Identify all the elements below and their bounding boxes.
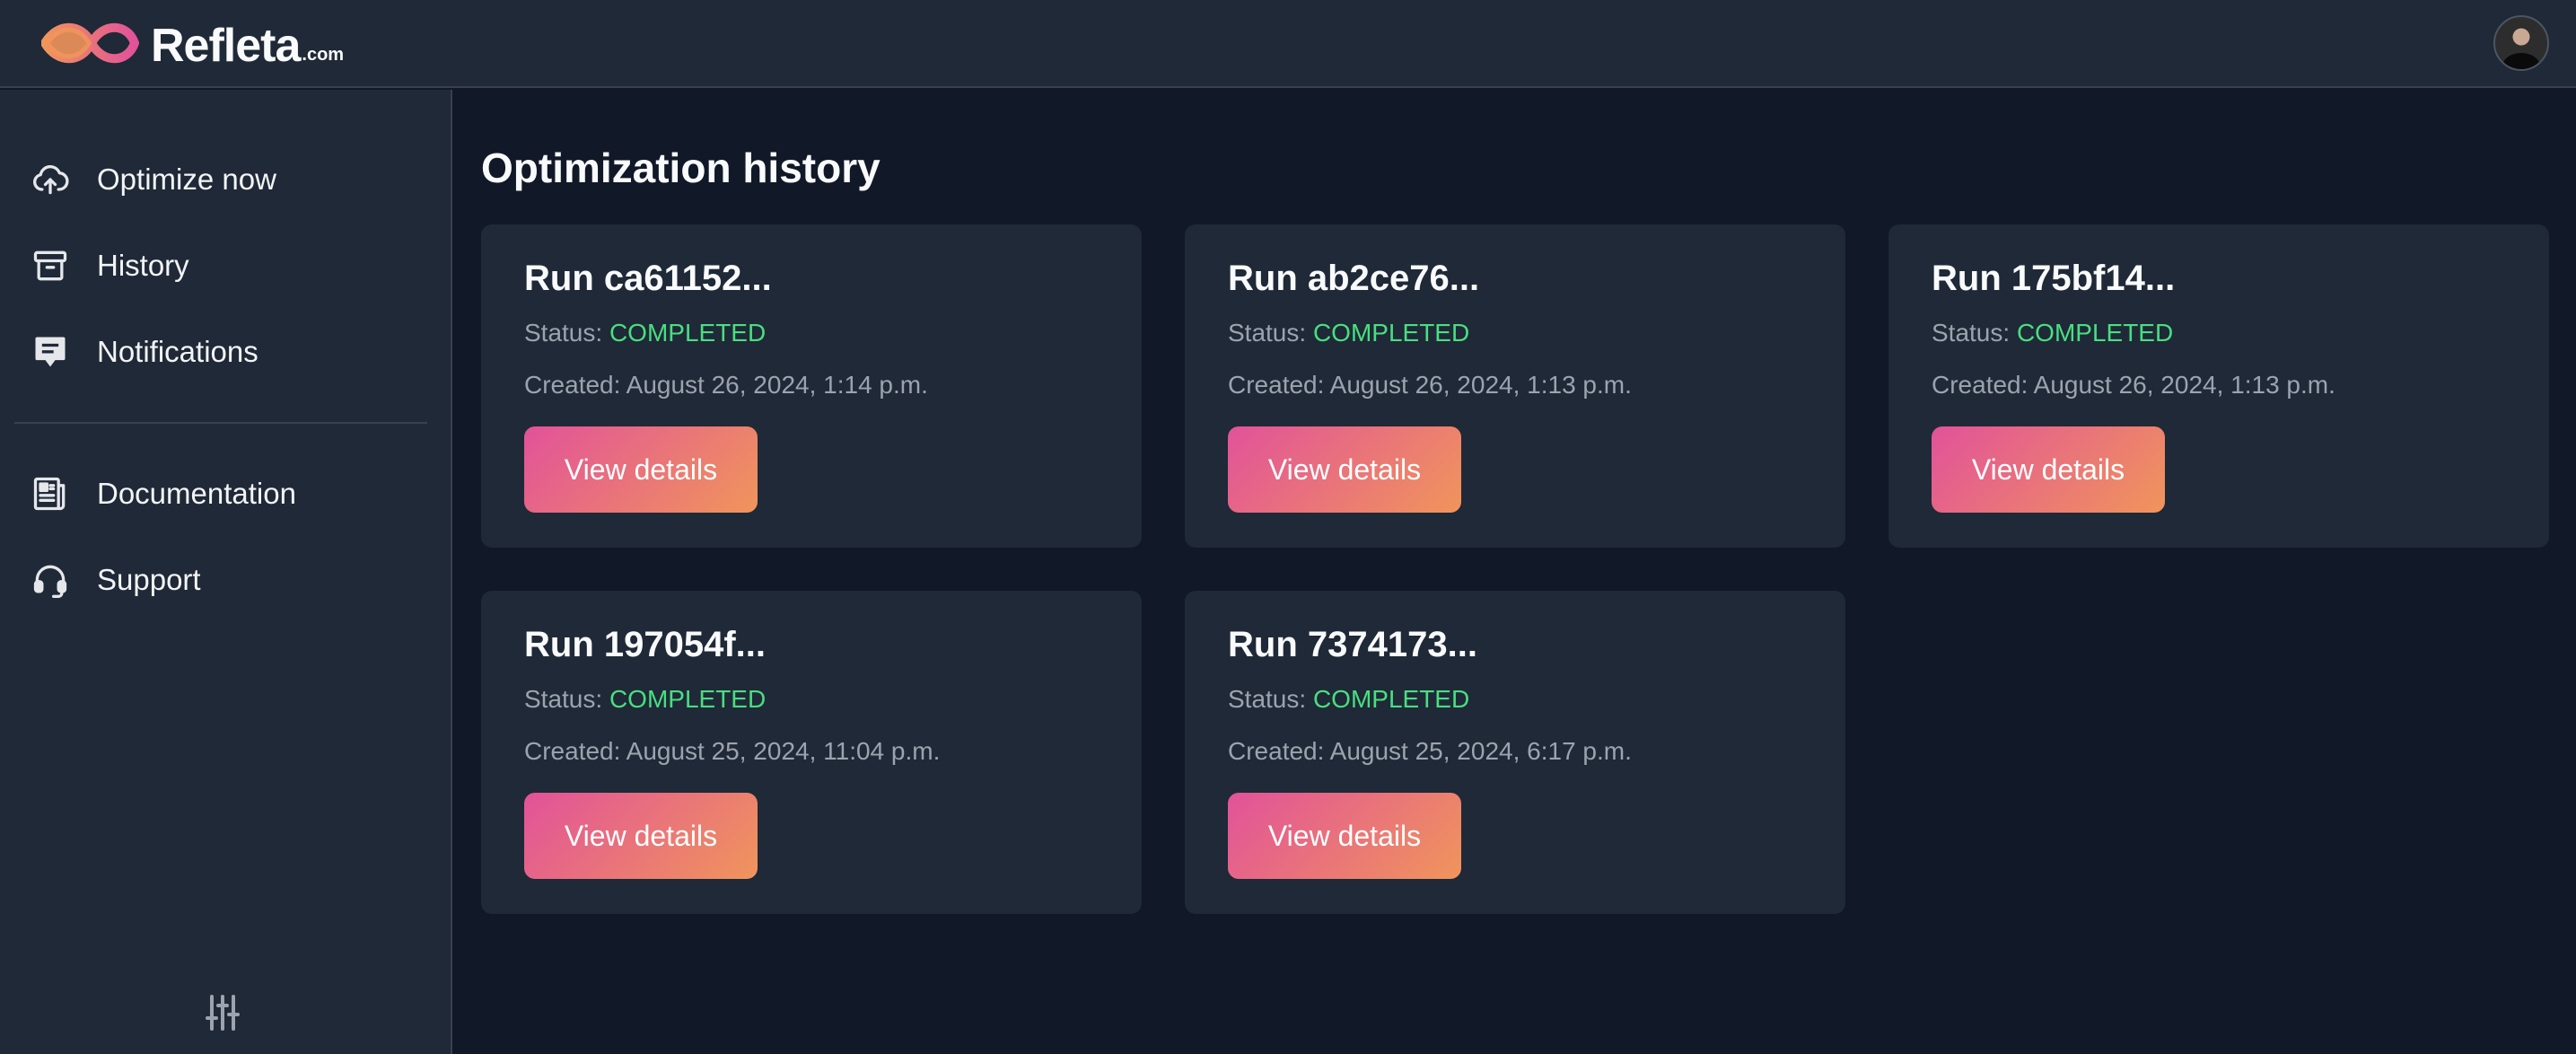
sidebar-primary-nav: Optimize now History Notifications [0, 90, 451, 395]
status-badge: COMPLETED [2016, 319, 2174, 347]
run-title: Run 175bf14... [1932, 259, 2176, 298]
created-timestamp: August 25, 2024, 6:17 p.m. [1329, 737, 1632, 765]
sliders-icon [206, 995, 240, 1031]
sidebar-item-support[interactable]: Support [0, 537, 451, 623]
sidebar-secondary-nav: Documentation Support [0, 424, 451, 623]
run-status: Status: COMPLETED [1228, 319, 1802, 347]
status-label: Status: [524, 685, 603, 713]
infinity-logo-icon [41, 22, 139, 64]
run-card: Run ca61152... Status: COMPLETED Created… [481, 224, 1142, 548]
run-status: Status: COMPLETED [524, 319, 1099, 347]
view-details-button[interactable]: View details [1932, 426, 2165, 513]
sidebar-item-optimize-now[interactable]: Optimize now [0, 136, 451, 223]
brand-logo-link[interactable]: Refleta .com [41, 17, 344, 69]
created-label: Created: [524, 737, 621, 765]
sidebar: Optimize now History Notifications Docum… [0, 90, 452, 1054]
run-created: Created: August 25, 2024, 11:04 p.m. [524, 737, 1099, 766]
cloud-upload-icon [33, 164, 69, 195]
sidebar-item-label: History [97, 249, 189, 282]
run-card: Run 197054f... Status: COMPLETED Created… [481, 591, 1142, 914]
sidebar-item-label: Documentation [97, 477, 296, 510]
created-label: Created: [524, 371, 621, 399]
run-status: Status: COMPLETED [1228, 685, 1802, 714]
sidebar-item-history[interactable]: History [0, 223, 451, 309]
top-bar: Refleta .com [0, 0, 2576, 88]
view-details-button[interactable]: View details [524, 426, 758, 513]
runs-grid: Run ca61152... Status: COMPLETED Created… [481, 224, 2576, 914]
view-details-button[interactable]: View details [1228, 793, 1461, 879]
created-timestamp: August 26, 2024, 1:13 p.m. [1329, 371, 1632, 399]
created-label: Created: [1228, 371, 1325, 399]
run-title: Run 7374173... [1228, 625, 1477, 664]
archive-box-icon [33, 250, 67, 281]
view-details-button[interactable]: View details [524, 793, 758, 879]
status-badge: COMPLETED [609, 319, 767, 347]
run-created: Created: August 26, 2024, 1:13 p.m. [1228, 371, 1802, 400]
view-details-button[interactable]: View details [1228, 426, 1461, 513]
status-label: Status: [1228, 319, 1307, 347]
status-badge: COMPLETED [609, 685, 767, 713]
run-title: Run ab2ce76... [1228, 259, 1480, 298]
brand-tld: .com [302, 45, 345, 65]
run-title: Run 197054f... [524, 625, 767, 664]
page-title: Optimization history [481, 145, 881, 191]
run-card: Run ab2ce76... Status: COMPLETED Created… [1185, 224, 1845, 548]
created-label: Created: [1228, 737, 1325, 765]
status-badge: COMPLETED [1312, 685, 1470, 713]
status-badge: COMPLETED [1312, 319, 1470, 347]
user-avatar[interactable] [2493, 15, 2549, 71]
run-created: Created: August 25, 2024, 6:17 p.m. [1228, 737, 1802, 766]
created-timestamp: August 26, 2024, 1:13 p.m. [2033, 371, 2335, 399]
run-status: Status: COMPLETED [1932, 319, 2506, 347]
sidebar-item-documentation[interactable]: Documentation [0, 451, 451, 537]
sidebar-item-label: Support [97, 563, 201, 596]
sidebar-item-notifications[interactable]: Notifications [0, 309, 451, 395]
document-icon [33, 477, 66, 511]
settings-sliders-button[interactable] [201, 991, 244, 1034]
created-timestamp: August 25, 2024, 11:04 p.m. [626, 737, 941, 765]
run-status: Status: COMPLETED [524, 685, 1099, 714]
status-label: Status: [1932, 319, 2011, 347]
sidebar-item-label: Notifications [97, 335, 258, 368]
run-created: Created: August 26, 2024, 1:14 p.m. [524, 371, 1099, 400]
status-label: Status: [524, 319, 603, 347]
run-created: Created: August 26, 2024, 1:13 p.m. [1932, 371, 2506, 400]
status-label: Status: [1228, 685, 1307, 713]
run-title: Run ca61152... [524, 259, 772, 298]
created-timestamp: August 26, 2024, 1:14 p.m. [626, 371, 928, 399]
run-card: Run 7374173... Status: COMPLETED Created… [1185, 591, 1845, 914]
run-card: Run 175bf14... Status: COMPLETED Created… [1888, 224, 2549, 548]
chat-alert-icon [35, 337, 66, 367]
brand-name: Refleta [151, 20, 301, 72]
sidebar-item-label: Optimize now [97, 162, 276, 196]
headset-icon [33, 565, 67, 598]
created-label: Created: [1932, 371, 2028, 399]
main-content: Optimization history Run ca61152... Stat… [481, 90, 2576, 1054]
